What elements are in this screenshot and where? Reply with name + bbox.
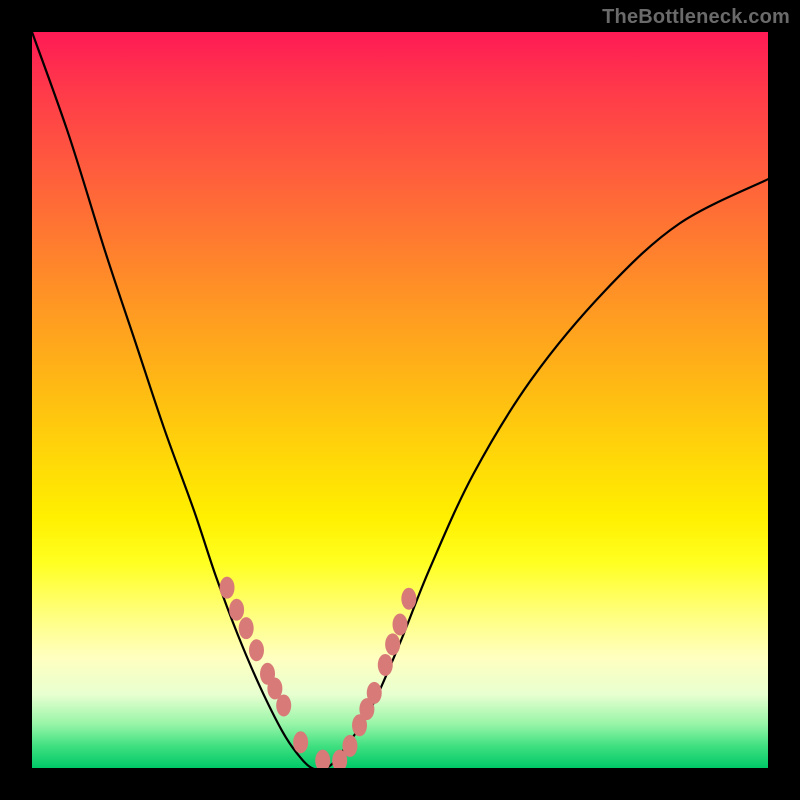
chart-svg	[32, 32, 768, 768]
watermark-text: TheBottleneck.com	[602, 6, 790, 29]
marker-point	[342, 735, 357, 757]
marker-point	[293, 731, 308, 753]
marker-point	[367, 682, 382, 704]
marker-point	[401, 588, 416, 610]
highlight-markers	[220, 577, 417, 768]
plot-area	[32, 32, 768, 768]
marker-point	[393, 613, 408, 635]
bottleneck-curve	[32, 32, 768, 768]
marker-point	[385, 633, 400, 655]
marker-point	[229, 599, 244, 621]
chart-frame: TheBottleneck.com	[0, 0, 800, 800]
marker-point	[378, 654, 393, 676]
marker-point	[276, 694, 291, 716]
marker-point	[249, 639, 264, 661]
marker-point	[239, 617, 254, 639]
marker-point	[315, 750, 330, 768]
marker-point	[220, 577, 235, 599]
